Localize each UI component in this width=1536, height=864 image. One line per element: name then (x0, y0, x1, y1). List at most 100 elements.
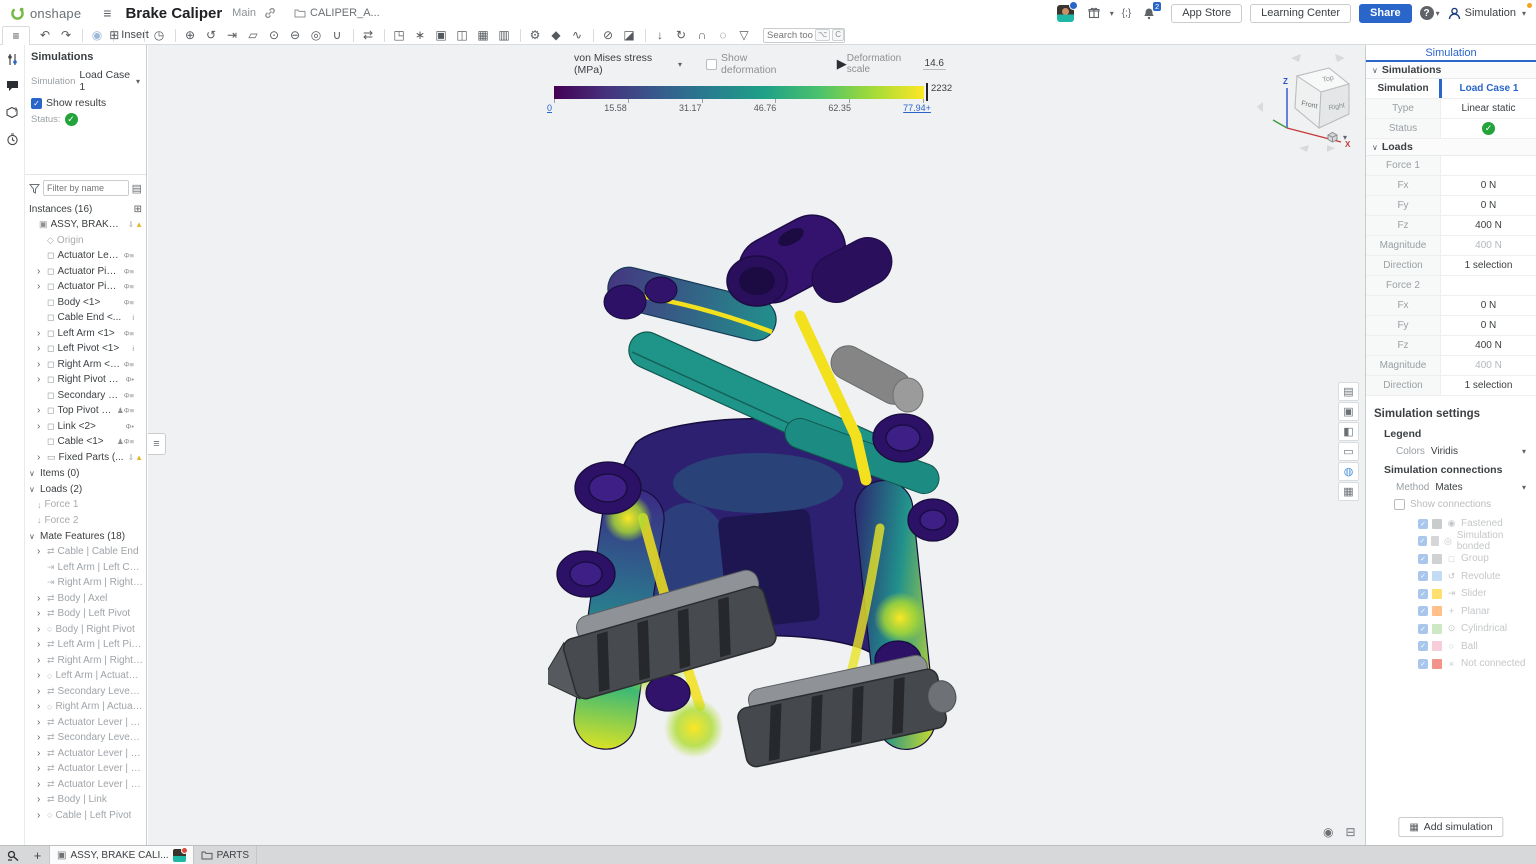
help-menu[interactable]: ? ▾ (1420, 6, 1440, 20)
result-field-dropdown[interactable]: von Mises stress (MPa) ▾ (574, 52, 682, 76)
load-property-value[interactable]: 0 N (1481, 180, 1497, 191)
expand-chevron-icon[interactable]: › (37, 686, 44, 697)
expand-chevron-icon[interactable]: › (37, 763, 44, 774)
load-force-icon[interactable]: ↓ (651, 27, 671, 44)
connection-checkbox[interactable]: ✓ (1418, 606, 1428, 616)
load-remote-icon[interactable]: ◌ (714, 27, 734, 44)
expand-chevron-icon[interactable]: › (37, 374, 44, 385)
perspective-icon[interactable]: ▭ (1338, 442, 1359, 461)
colorbar-tick-label[interactable]: 15.58 (604, 103, 627, 113)
mate-feature-row[interactable]: › ⇄ Body | Axel (25, 591, 146, 607)
show-connections-toggle[interactable]: Show connections (1394, 499, 1528, 510)
named-views-icon[interactable]: ▤ (1338, 382, 1359, 401)
colorbar-tick-label[interactable]: 62.35 (828, 103, 851, 113)
simulations-section-header[interactable]: ∨ Simulations (1366, 62, 1536, 79)
notifications-bell-icon[interactable]: 2 (1143, 7, 1155, 20)
mate-cylindrical-icon[interactable]: ⊙ (265, 27, 285, 44)
belt-relation-icon[interactable]: ∿ (568, 27, 588, 44)
load-property-value[interactable]: 1 selection (1465, 380, 1513, 391)
separator[interactable] (384, 29, 385, 42)
mate-feature-row[interactable]: › ⇥ Right Arm | Right C... (25, 575, 146, 591)
scale-indicator-icon[interactable]: ⊟ (1345, 825, 1355, 839)
loads-section-header[interactable]: ∨ Loads (2) (25, 481, 146, 497)
onshape-logo[interactable]: onshape (10, 6, 81, 21)
mate-feature-row[interactable]: › ⇄ Body | Link (25, 792, 146, 808)
undo-icon[interactable]: ↶ (36, 27, 56, 44)
instance-row[interactable]: › ◻ Secondary Leve... Φ≡ ▲ (25, 388, 146, 404)
add-tab-button[interactable]: + (26, 846, 50, 864)
relation-icon[interactable]: ⇄ (359, 27, 379, 44)
expand-chevron-icon[interactable]: › (37, 717, 44, 728)
load-torque-icon[interactable]: ↻ (672, 27, 692, 44)
instance-row[interactable]: › ▣ ASSY, BRAKE C... ⇩ ▲ (25, 217, 146, 233)
instance-row[interactable]: › ◻ Body <1> Φ≡ ▲ (25, 295, 146, 311)
history-clock-icon[interactable] (6, 133, 19, 146)
show-deformation-toggle[interactable]: Show deformation (706, 52, 797, 76)
workspace-name[interactable]: Main (232, 7, 256, 19)
list-options-icon[interactable]: ▤ (132, 182, 142, 195)
load-property-value[interactable]: 400 N (1475, 240, 1502, 251)
simulation-selector[interactable]: Simulation Load Case 1 ▾ (25, 67, 146, 95)
colorbar-tick-label[interactable]: 77.94+ (903, 103, 931, 113)
expand-chevron-icon[interactable]: › (37, 281, 44, 292)
instance-row[interactable]: › ◻ Cable <1> ♟Φ≡ ▲ (25, 434, 146, 450)
panel-drawer-handle[interactable]: ≡ (148, 433, 166, 455)
expand-chevron-icon[interactable]: › (37, 624, 44, 635)
tab-manager-icon[interactable] (0, 846, 26, 864)
load-property-value[interactable]: 0 N (1481, 320, 1497, 331)
show-deformation-checkbox[interactable] (706, 59, 717, 70)
record-view-icon[interactable]: ▦ (1338, 482, 1359, 501)
breadcrumb[interactable]: CALIPER_A... (294, 7, 380, 19)
load-row[interactable]: ↓ Force 2 (25, 513, 146, 529)
filter-settings-icon[interactable] (6, 53, 19, 66)
show-results-checkbox[interactable]: ✓ (31, 98, 42, 109)
mate-feature-row[interactable]: › ⇄ Secondary Lever | ... (25, 684, 146, 700)
separator[interactable] (353, 29, 354, 42)
account-menu[interactable]: Simulation ▾ (1448, 7, 1526, 20)
deformation-scale-value[interactable]: 14.6 (923, 58, 946, 70)
expand-chevron-icon[interactable]: › (37, 405, 44, 416)
search-tools-box[interactable]: ⌥ C (763, 28, 845, 43)
expand-chevron-icon[interactable]: › (37, 794, 44, 805)
link-icon[interactable] (264, 7, 276, 19)
items-section-header[interactable]: ∨ Items (0) (25, 465, 146, 481)
connection-checkbox[interactable]: ✓ (1418, 571, 1428, 581)
instance-row[interactable]: › ◻ Top Pivot <1> ♟Φ≡ ▲ (25, 403, 146, 419)
separator[interactable] (593, 29, 594, 42)
display-states-icon[interactable]: ◫ (453, 27, 473, 44)
expand-chevron-icon[interactable]: › (37, 701, 44, 712)
redo-icon[interactable]: ↷ (57, 27, 77, 44)
mate-pin-slot-icon[interactable]: ⊖ (286, 27, 306, 44)
section-view-icon[interactable]: ◪ (620, 27, 640, 44)
named-positions-icon[interactable]: ▣ (432, 27, 452, 44)
mate-ball-icon[interactable]: ◎ (307, 27, 327, 44)
gear-relation-icon[interactable]: ⚙ (526, 27, 546, 44)
mate-slider-icon[interactable]: ⇥ (223, 27, 243, 44)
mate-revolute-icon[interactable]: ↺ (202, 27, 222, 44)
method-selector[interactable]: Method Mates ▾ (1396, 482, 1528, 493)
rewards-icon[interactable] (1088, 7, 1100, 19)
history-icon[interactable]: ◷ (150, 27, 170, 44)
expand-chevron-icon[interactable]: › (37, 655, 44, 666)
insert-instance-icon[interactable]: ⊞ (134, 204, 142, 215)
filter-icon[interactable] (29, 183, 40, 194)
load-bearing-icon[interactable]: ∩ (693, 27, 713, 44)
view-cube[interactable]: Top Front Right Z X (1253, 50, 1365, 155)
play-animation-button[interactable]: ▶ (837, 56, 847, 72)
expand-chevron-icon[interactable]: › (37, 608, 44, 619)
expand-chevron-icon[interactable]: › (37, 359, 44, 370)
mate-feature-row[interactable]: › ⇄ Actuator Lever | Ac... (25, 715, 146, 731)
separator[interactable] (175, 29, 176, 42)
mate-features-section-header[interactable]: ∨ Mate Features (18) (25, 528, 146, 544)
final-update-icon[interactable]: ◉ (88, 27, 108, 44)
instance-row[interactable]: › ◻ Actuator Pivot ... Φ≡ ▲ (25, 264, 146, 280)
versions-icon[interactable]: ? (5, 106, 19, 119)
loads-section-header[interactable]: ∨ Loads (1366, 139, 1536, 156)
mate-feature-row[interactable]: › ⇄ Body | Left Pivot (25, 606, 146, 622)
instances-panel-toggle[interactable]: ≡ (2, 26, 30, 45)
expand-chevron-icon[interactable]: › (37, 810, 44, 821)
tab-assembly[interactable]: ▣ ASSY, BRAKE CALI... (50, 846, 194, 864)
view-report-icon[interactable]: ▣ (1338, 402, 1359, 421)
expand-chevron-icon[interactable]: › (37, 328, 44, 339)
configurations-icon[interactable]: ▦ (474, 27, 494, 44)
